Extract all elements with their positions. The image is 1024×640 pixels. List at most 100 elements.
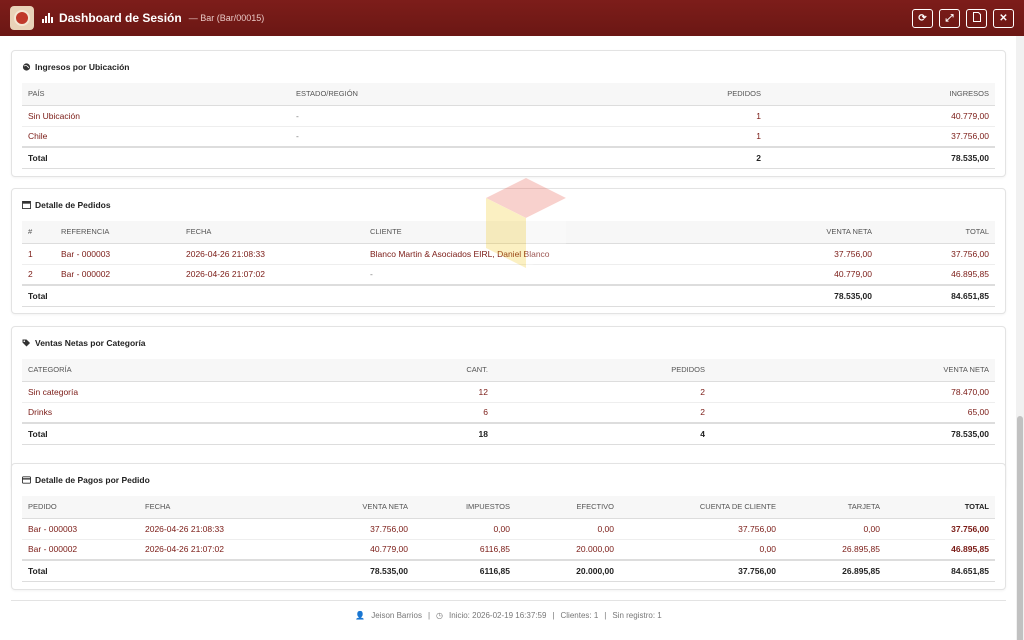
card-title-text: Ingresos por Ubicación <box>35 62 130 72</box>
app-logo <box>10 6 34 30</box>
scrollbar-thumb[interactable] <box>1017 416 1023 640</box>
column-header: VENTA NETA <box>711 359 995 382</box>
total-label: Total <box>22 559 290 582</box>
footer-separator: | <box>427 611 431 620</box>
table-row[interactable]: Bar - 000003 2026-04-26 21:08:33 37.756,… <box>22 518 995 540</box>
column-header: REFERENCIA <box>55 221 180 244</box>
footer-inicio: Inicio: 2026-02-19 16:37:59 <box>449 611 547 620</box>
total-total: 84.651,85 <box>878 284 995 307</box>
cell-cuenta-cliente: 37.756,00 <box>620 518 782 540</box>
cell-pedido: Bar - 000003 <box>22 518 139 540</box>
cell-fecha: 2026-04-26 21:08:33 <box>180 243 364 265</box>
pdf-button[interactable] <box>966 8 987 28</box>
cell-total: 37.756,00 <box>878 243 995 265</box>
cell-pedidos: 1 <box>620 126 767 148</box>
close-button[interactable]: ✕ <box>993 8 1014 28</box>
footer-sin-registro: Sin registro: 1 <box>612 611 662 620</box>
footer-user: Jeison Barrios <box>371 611 422 620</box>
expand-button[interactable]: ⤢ <box>939 8 960 28</box>
card-ingresos-ubicacion: Ingresos por Ubicación PAÍS ESTADO/REGIÓ… <box>11 50 1006 177</box>
cell-referencia: Bar - 000003 <box>55 243 180 265</box>
column-header: CATEGORÍA <box>22 359 422 382</box>
list-icon <box>22 201 31 209</box>
cell-total: 46.895,85 <box>886 539 995 561</box>
card-title: Ingresos por Ubicación <box>22 51 995 83</box>
table-header: PAÍS ESTADO/REGIÓN PEDIDOS INGRESOS <box>22 83 995 106</box>
cell-tarjeta: 0,00 <box>782 518 886 540</box>
table-row: Sin categoría 12 2 78.470,00 <box>22 381 995 403</box>
cell-pedido: Bar - 000002 <box>22 539 139 561</box>
cell-total: 37.756,00 <box>886 518 995 540</box>
card-title: Detalle de Pagos por Pedido <box>22 464 995 496</box>
cell-cantidad: 12 <box>422 381 494 403</box>
card-title-text: Detalle de Pedidos <box>35 200 111 210</box>
pdf-icon <box>972 11 981 25</box>
cell-categoria: Drinks <box>22 402 422 424</box>
column-header: PEDIDOS <box>620 83 767 106</box>
ubicacion-table: PAÍS ESTADO/REGIÓN PEDIDOS INGRESOS Sin … <box>22 83 995 169</box>
table-total-row: Total 18 4 78.535,00 <box>22 422 995 445</box>
scrollbar[interactable] <box>1016 36 1024 640</box>
table-row: Drinks 6 2 65,00 <box>22 402 995 424</box>
cell-efectivo: 20.000,00 <box>516 539 620 561</box>
card-title-text: Detalle de Pagos por Pedido <box>35 475 150 485</box>
total-cuenta-cliente: 37.756,00 <box>620 559 782 582</box>
cell-ingresos: 40.779,00 <box>767 105 995 127</box>
cell-pedidos: 2 <box>494 402 711 424</box>
refresh-button[interactable]: ⟳ <box>912 8 933 28</box>
total-label: Total <box>22 284 708 307</box>
total-label: Total <box>22 422 422 445</box>
watermark-logo <box>486 178 566 268</box>
cell-venta-neta: 37.756,00 <box>708 243 878 265</box>
column-header: INGRESOS <box>767 83 995 106</box>
table-row: Sin Ubicación - 1 40.779,00 <box>22 105 995 127</box>
card-title: Ventas Netas por Categoría <box>22 327 995 359</box>
total-pedidos: 2 <box>620 146 767 169</box>
cell-fecha: 2026-04-26 21:07:02 <box>139 539 290 561</box>
cell-impuestos: 6116,85 <box>414 539 516 561</box>
column-header: TARJETA <box>782 496 886 519</box>
cell-efectivo: 0,00 <box>516 518 620 540</box>
column-header: PEDIDO <box>22 496 139 519</box>
total-label: Total <box>22 146 290 169</box>
bar-chart-icon <box>42 13 53 23</box>
total-tarjeta: 26.895,85 <box>782 559 886 582</box>
expand-icon: ⤢ <box>945 12 954 24</box>
column-header: PAÍS <box>22 83 290 106</box>
cell-cuenta-cliente: 0,00 <box>620 539 782 561</box>
footer-clientes: Clientes: 1 <box>560 611 599 620</box>
cell-pedidos: 1 <box>620 105 767 127</box>
column-header: VENTA NETA <box>290 496 414 519</box>
categorias-table: CATEGORÍA CANT. PEDIDOS VENTA NETA Sin c… <box>22 359 995 445</box>
pagos-table: PEDIDO FECHA VENTA NETA IMPUESTOS EFECTI… <box>22 496 995 582</box>
table-row[interactable]: Bar - 000002 2026-04-26 21:07:02 40.779,… <box>22 539 995 561</box>
table-header: PEDIDO FECHA VENTA NETA IMPUESTOS EFECTI… <box>22 496 995 519</box>
column-header: ESTADO/REGIÓN <box>290 83 620 106</box>
cell-pais: Sin Ubicación <box>22 105 290 127</box>
table-row: Chile - 1 37.756,00 <box>22 126 995 148</box>
column-header: IMPUESTOS <box>414 496 516 519</box>
cell-referencia: Bar - 000002 <box>55 264 180 286</box>
dashboard-content: Ingresos por Ubicación PAÍS ESTADO/REGIÓ… <box>0 36 1016 640</box>
cell-venta-neta: 37.756,00 <box>290 518 414 540</box>
globe-icon <box>22 63 31 71</box>
cell-venta-neta: 40.779,00 <box>708 264 878 286</box>
cell-region: - <box>290 105 620 127</box>
cell-impuestos: 0,00 <box>414 518 516 540</box>
table-header: CATEGORÍA CANT. PEDIDOS VENTA NETA <box>22 359 995 382</box>
cell-index: 1 <box>22 243 55 265</box>
column-header: PEDIDOS <box>494 359 711 382</box>
tags-icon <box>22 339 31 347</box>
user-icon: 👤 <box>355 611 366 620</box>
total-efectivo: 20.000,00 <box>516 559 620 582</box>
total-venta-neta: 78.535,00 <box>711 422 995 445</box>
table-total-row: Total 78.535,00 6116,85 20.000,00 37.756… <box>22 559 995 582</box>
total-impuestos: 6116,85 <box>414 559 516 582</box>
cell-fecha: 2026-04-26 21:07:02 <box>180 264 364 286</box>
cell-fecha: 2026-04-26 21:08:33 <box>139 518 290 540</box>
total-venta-neta: 78.535,00 <box>708 284 878 307</box>
page-subtitle: — Bar (Bar/00015) <box>188 13 265 23</box>
total-pedidos: 4 <box>494 422 711 445</box>
table-total-row: Total 2 78.535,00 <box>22 146 995 169</box>
column-header: TOTAL <box>878 221 995 244</box>
